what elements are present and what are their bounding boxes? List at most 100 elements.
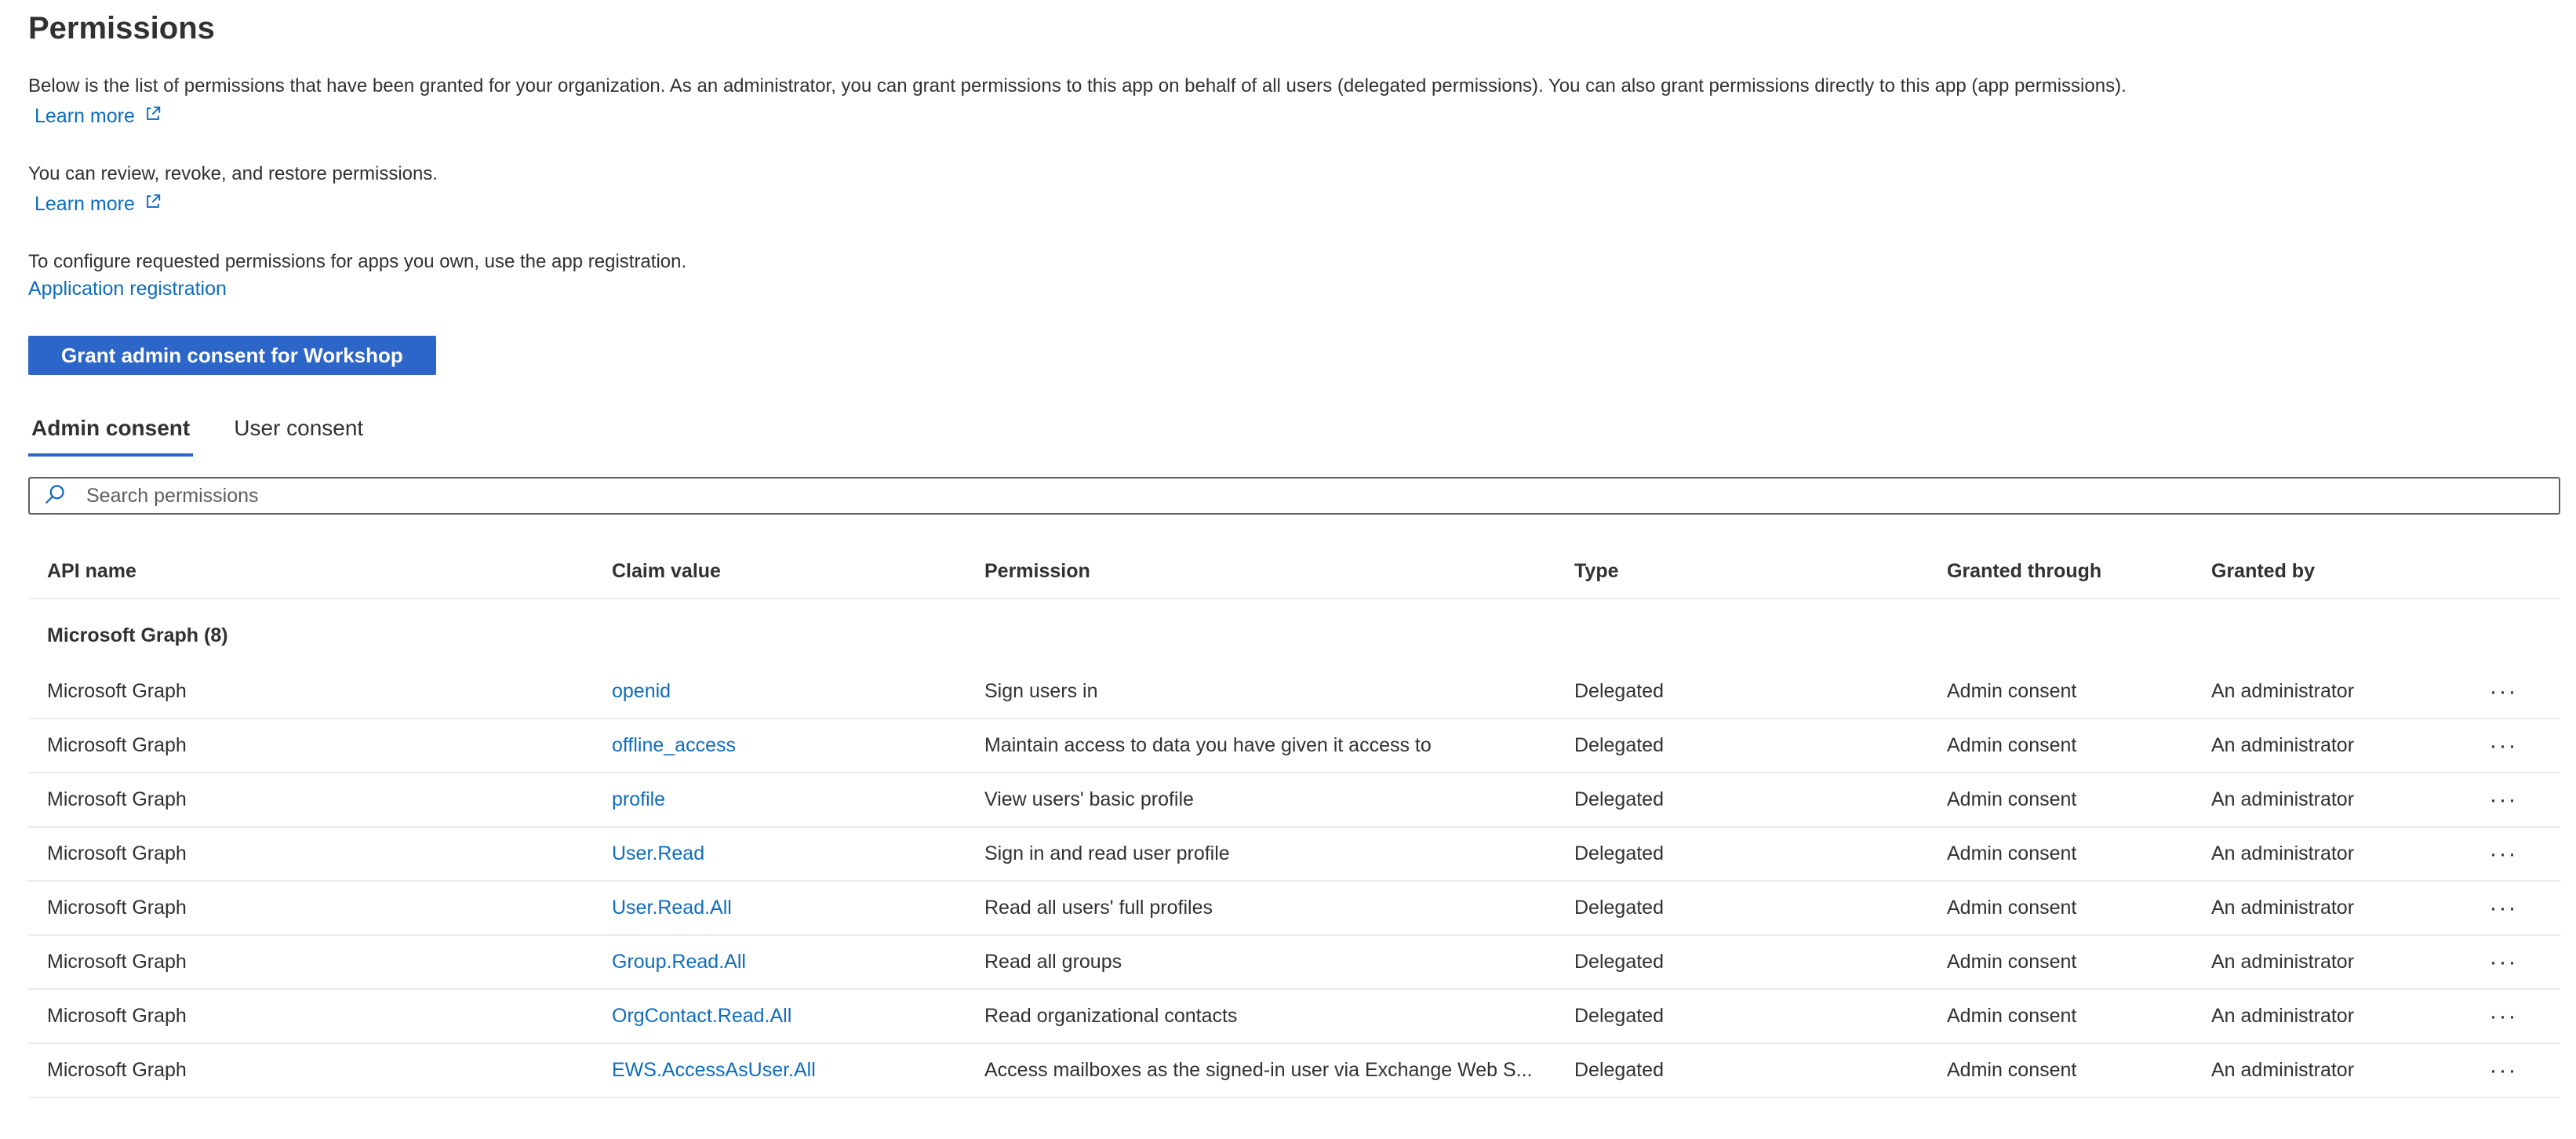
column-header-granted-through[interactable]: Granted through [1928, 544, 2192, 599]
cell-permission: Sign in and read user profile [966, 827, 1555, 882]
cell-claim-value: profile [593, 773, 966, 828]
more-icon[interactable]: ··· [2447, 827, 2560, 882]
more-icon[interactable]: ··· [2447, 773, 2560, 828]
claim-link[interactable]: EWS.AccessAsUser.All [612, 1059, 816, 1081]
cell-granted-through: Admin consent [1928, 989, 2192, 1044]
more-icon[interactable]: ··· [2447, 881, 2560, 936]
cell-api-name: Microsoft Graph [28, 665, 593, 719]
cell-granted-by: An administrator [2192, 881, 2447, 936]
column-header-type[interactable]: Type [1555, 544, 1928, 599]
cell-permission: Access mailboxes as the signed-in user v… [966, 1043, 1555, 1098]
claim-link[interactable]: openid [612, 680, 671, 702]
cell-granted-through: Admin consent [1928, 665, 2192, 719]
cell-granted-through: Admin consent [1928, 935, 2192, 990]
table-row: Microsoft Graph User.Read Sign in and re… [28, 827, 2560, 882]
learn-more-link-2[interactable]: Learn more [35, 190, 162, 218]
search-icon [44, 483, 66, 509]
cell-granted-by: An administrator [2192, 1043, 2447, 1098]
cell-granted-through: Admin consent [1928, 1043, 2192, 1098]
cell-permission: Sign users in [966, 665, 1555, 719]
more-icon[interactable]: ··· [2447, 719, 2560, 773]
cell-claim-value: openid [593, 665, 966, 719]
cell-permission: Read all groups [966, 935, 1555, 990]
search-input[interactable] [85, 483, 2441, 508]
group-label: Microsoft Graph (8) [47, 624, 228, 646]
cell-api-name: Microsoft Graph [28, 1043, 593, 1098]
permissions-table: API name Claim value Permission Type Gra… [28, 544, 2560, 1098]
cell-granted-through: Admin consent [1928, 881, 2192, 936]
description-app-registration: To configure requested permissions for a… [28, 251, 687, 272]
table-row: Microsoft Graph openid Sign users in Del… [28, 665, 2560, 719]
column-header-granted-by[interactable]: Granted by [2192, 544, 2447, 599]
cell-permission: Read organizational contacts [966, 989, 1555, 1044]
cell-granted-by: An administrator [2192, 719, 2447, 773]
cell-claim-value: Group.Read.All [593, 935, 966, 990]
more-icon[interactable]: ··· [2447, 989, 2560, 1044]
cell-claim-value: offline_access [593, 719, 966, 773]
description-delegated: Below is the list of permissions that ha… [28, 75, 2127, 96]
page-title: Permissions [28, 11, 215, 45]
cell-granted-by: An administrator [2192, 773, 2447, 828]
search-box [28, 477, 2560, 515]
cell-granted-by: An administrator [2192, 827, 2447, 882]
cell-type: Delegated [1555, 665, 1928, 719]
cell-type: Delegated [1555, 773, 1928, 828]
group-row-microsoft-graph: Microsoft Graph (8) [28, 599, 2560, 665]
table-header-row: API name Claim value Permission Type Gra… [28, 544, 2560, 599]
claim-link[interactable]: offline_access [612, 734, 736, 756]
cell-type: Delegated [1555, 935, 1928, 990]
cell-granted-through: Admin consent [1928, 827, 2192, 882]
claim-link[interactable]: User.Read.All [612, 897, 732, 919]
learn-more-label-2: Learn more [35, 193, 135, 215]
cell-type: Delegated [1555, 881, 1928, 936]
cell-claim-value: User.Read.All [593, 881, 966, 936]
cell-claim-value: EWS.AccessAsUser.All [593, 1043, 966, 1098]
cell-api-name: Microsoft Graph [28, 935, 593, 990]
table-row: Microsoft Graph profile View users' basi… [28, 773, 2560, 828]
cell-type: Delegated [1555, 989, 1928, 1044]
cell-claim-value: OrgContact.Read.All [593, 989, 966, 1044]
cell-permission: Read all users' full profiles [966, 881, 1555, 936]
external-link-icon [144, 190, 162, 218]
cell-granted-by: An administrator [2192, 935, 2447, 990]
cell-granted-through: Admin consent [1928, 773, 2192, 828]
cell-permission: Maintain access to data you have given i… [966, 719, 1555, 773]
grant-admin-consent-button[interactable]: Grant admin consent for Workshop [28, 336, 436, 375]
table-row: Microsoft Graph offline_access Maintain … [28, 719, 2560, 773]
more-icon[interactable]: ··· [2447, 665, 2560, 719]
claim-link[interactable]: User.Read [612, 842, 704, 864]
consent-tabs: Admin consent User consent [28, 406, 2548, 457]
claim-link[interactable]: OrgContact.Read.All [612, 1005, 791, 1027]
cell-api-name: Microsoft Graph [28, 989, 593, 1044]
tab-admin-consent[interactable]: Admin consent [28, 411, 194, 457]
learn-more-link-1[interactable]: Learn more [35, 102, 162, 130]
cell-granted-through: Admin consent [1928, 719, 2192, 773]
column-header-api-name[interactable]: API name [28, 544, 593, 599]
learn-more-label-1: Learn more [35, 105, 135, 127]
permissions-page: Permissions Below is the list of permiss… [0, 0, 2576, 1139]
column-header-claim-value[interactable]: Claim value [593, 544, 966, 599]
column-header-permission[interactable]: Permission [966, 544, 1555, 599]
cell-api-name: Microsoft Graph [28, 881, 593, 936]
cell-type: Delegated [1555, 719, 1928, 773]
cell-api-name: Microsoft Graph [28, 773, 593, 828]
external-link-icon [144, 102, 162, 130]
cell-claim-value: User.Read [593, 827, 966, 882]
cell-permission: View users' basic profile [966, 773, 1555, 828]
tab-user-consent[interactable]: User consent [231, 411, 366, 457]
table-row: Microsoft Graph EWS.AccessAsUser.All Acc… [28, 1043, 2560, 1098]
more-icon[interactable]: ··· [2447, 1043, 2560, 1098]
description-review: You can review, revoke, and restore perm… [28, 163, 438, 184]
column-header-actions [2447, 544, 2560, 599]
claim-link[interactable]: profile [612, 788, 665, 810]
application-registration-link[interactable]: Application registration [28, 275, 227, 303]
more-icon[interactable]: ··· [2447, 935, 2560, 990]
table-row: Microsoft Graph Group.Read.All Read all … [28, 935, 2560, 990]
cell-type: Delegated [1555, 1043, 1928, 1098]
table-row: Microsoft Graph OrgContact.Read.All Read… [28, 989, 2560, 1044]
cell-type: Delegated [1555, 827, 1928, 882]
cell-api-name: Microsoft Graph [28, 827, 593, 882]
cell-granted-by: An administrator [2192, 665, 2447, 719]
table-row: Microsoft Graph User.Read.All Read all u… [28, 881, 2560, 936]
claim-link[interactable]: Group.Read.All [612, 951, 746, 973]
